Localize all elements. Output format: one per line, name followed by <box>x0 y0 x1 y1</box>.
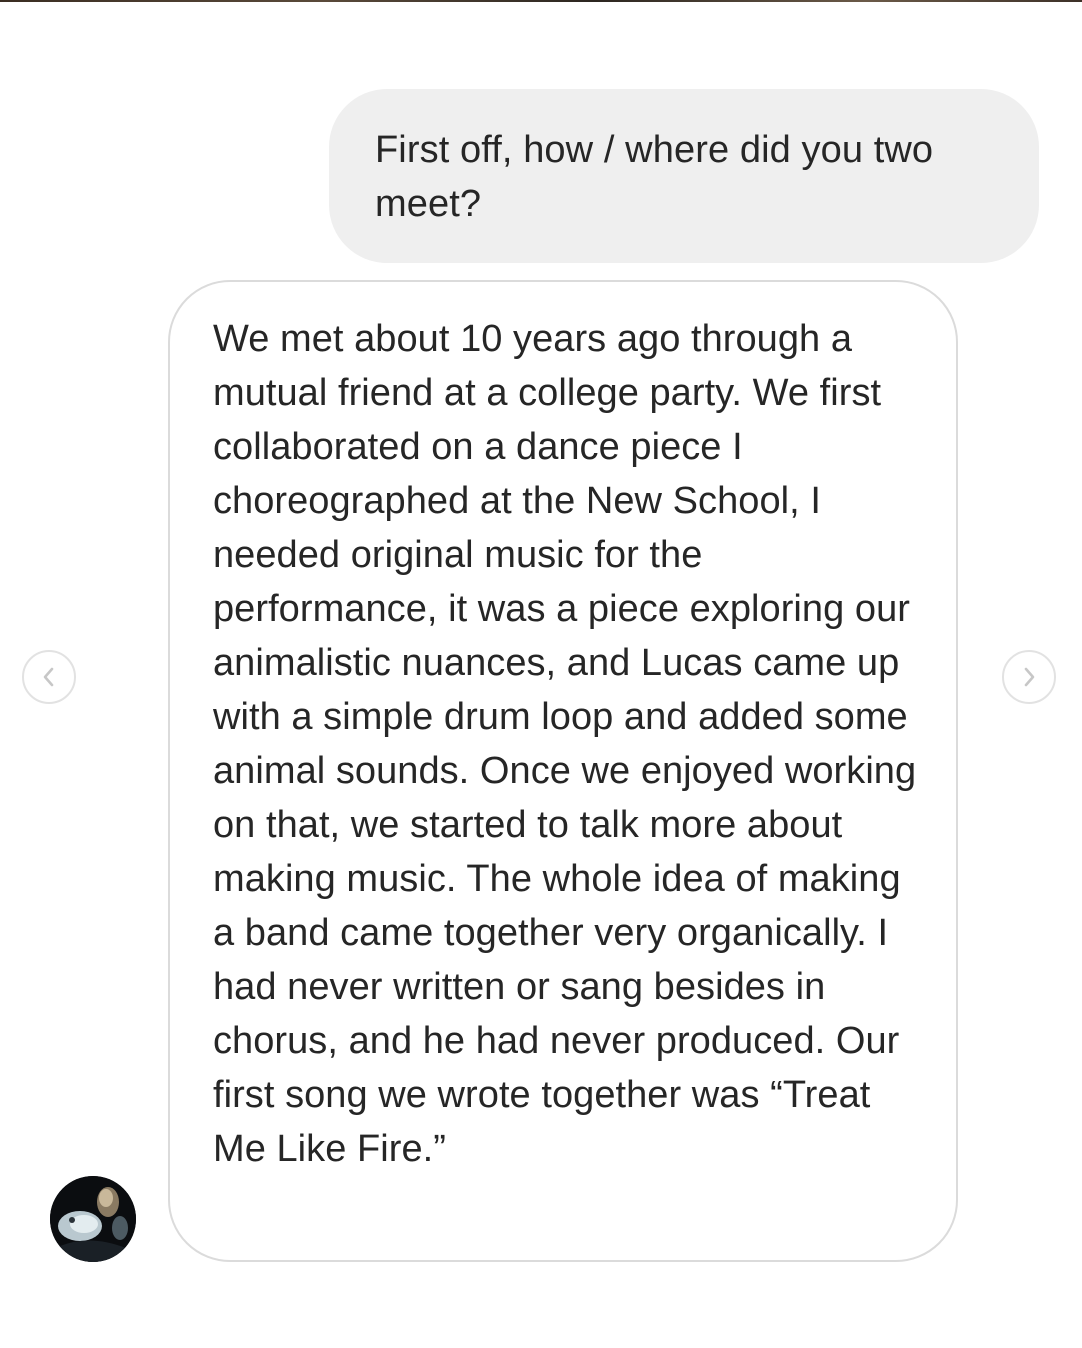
avatar-image <box>50 1176 136 1262</box>
next-button[interactable] <box>1002 650 1056 704</box>
sent-message-bubble[interactable]: First off, how / where did you two meet? <box>329 89 1039 263</box>
sent-message-text: First off, how / where did you two meet? <box>375 129 934 225</box>
chevron-right-icon <box>1024 667 1035 687</box>
received-message-bubble[interactable]: We met about 10 years ago through a mutu… <box>168 280 958 1262</box>
sender-avatar[interactable] <box>50 1176 136 1262</box>
previous-button[interactable] <box>22 650 76 704</box>
chevron-left-icon <box>43 667 54 687</box>
top-edge-strip <box>0 0 1082 2</box>
received-message-text: We met about 10 years ago through a mutu… <box>213 318 917 1170</box>
